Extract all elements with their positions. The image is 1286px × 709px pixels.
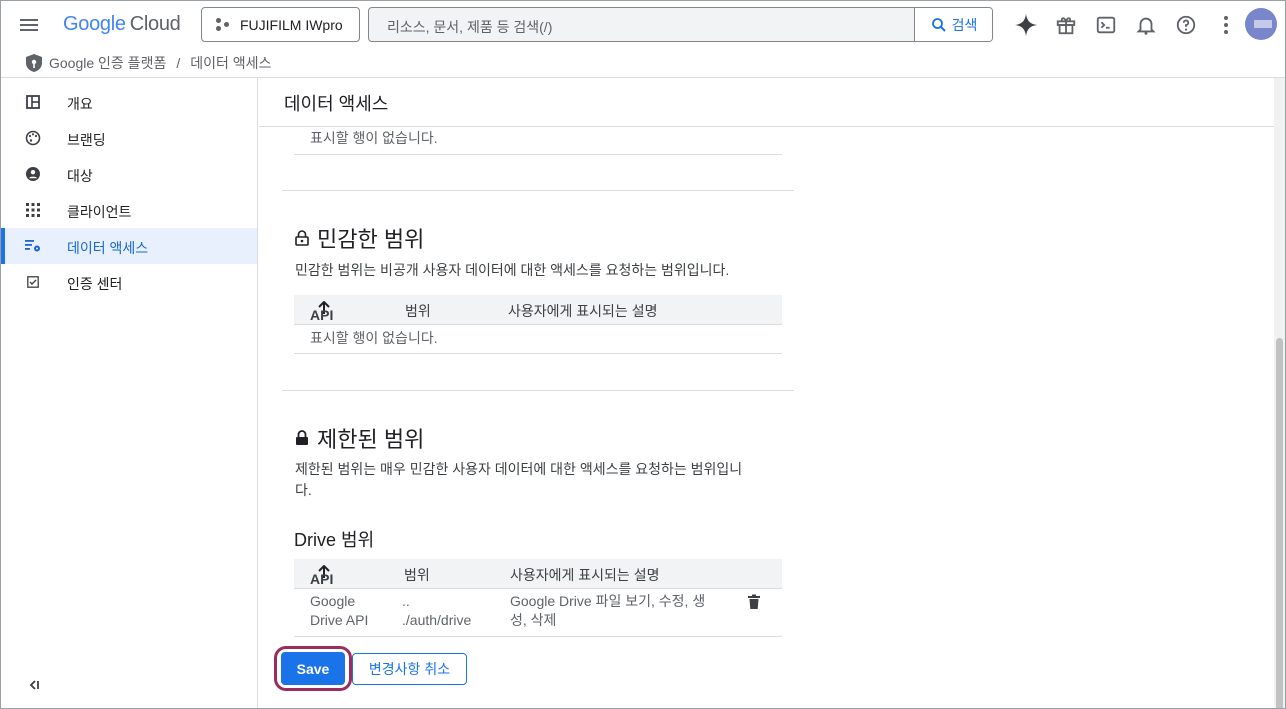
drive-scopes-title: Drive 범위 (294, 530, 375, 550)
more-vert-icon[interactable] (1206, 9, 1246, 41)
shield-icon (26, 54, 42, 72)
sidebar-item-verification-center[interactable]: 인증 센터 (1, 264, 257, 300)
app-window: Google Cloud FUJIFILM IWpro 리소스, 문서, 제품 등… (0, 0, 1286, 709)
search-input[interactable]: 리소스, 문서, 제품 등 검색(/) (387, 17, 552, 37)
notifications-bell-icon[interactable] (1126, 9, 1166, 41)
search-icon (931, 17, 946, 32)
dashboard-icon (25, 94, 41, 110)
breadcrumb: Google 인증 플랫폼 / 데이터 액세스 (1, 49, 1285, 78)
top-bar: Google Cloud FUJIFILM IWpro 리소스, 문서, 제품 등… (1, 1, 1285, 49)
help-icon[interactable] (1166, 9, 1206, 41)
cancel-changes-button[interactable]: 변경사항 취소 (352, 653, 467, 685)
save-button[interactable]: Save (281, 652, 345, 685)
restricted-scopes-title: 제한된 범위 (295, 422, 424, 454)
restricted-scopes-description-cont: 다. (295, 482, 312, 498)
table-divider (294, 636, 782, 637)
empty-rows-message: 표시할 행이 없습니다. (310, 130, 438, 146)
project-picker-button[interactable]: FUJIFILM IWpro (201, 7, 360, 42)
row-description: Google Drive 파일 보기, 수정, 생 성, 삭제 (510, 593, 706, 628)
person-icon (25, 166, 41, 182)
apps-grid-icon (25, 202, 41, 218)
col-desc-header[interactable]: 사용자에게 표시되는 설명 (508, 301, 657, 321)
drive-table-header: API 범위 사용자에게 표시되는 설명 (294, 559, 782, 588)
project-name: FUJIFILM IWpro (240, 16, 343, 33)
col-api-header[interactable]: API (310, 300, 333, 323)
lock-open-icon (295, 230, 309, 246)
gemini-sparkle-icon[interactable] (1006, 9, 1046, 41)
search-button[interactable]: 검색 (914, 8, 992, 41)
sensitive-scopes-description: 민감한 범위는 비공개 사용자 데이터에 대한 액세스를 요청하는 범위입니다. (295, 262, 730, 278)
project-icon (216, 17, 230, 32)
sidebar-item-branding[interactable]: 브랜딩 (1, 120, 257, 156)
page-header: 데이터 액세스 (259, 78, 1274, 127)
table-divider (294, 353, 782, 354)
empty-rows-message: 표시할 행이 없습니다. (310, 330, 438, 346)
sidebar-item-overview[interactable]: 개요 (1, 84, 257, 120)
table-row: Google Drive API .. ./auth/drive Google … (294, 589, 782, 636)
col-desc-header[interactable]: 사용자에게 표시되는 설명 (510, 565, 659, 585)
breadcrumb-separator: / (176, 55, 181, 71)
table-divider (294, 324, 782, 325)
delete-icon[interactable] (747, 594, 761, 615)
row-api: Google Drive API (310, 593, 369, 628)
palette-icon (25, 130, 41, 146)
verification-icon (25, 274, 41, 290)
cloud-shell-icon[interactable] (1086, 9, 1126, 41)
col-scope-header[interactable]: 범위 (405, 301, 431, 321)
google-cloud-logo[interactable]: Google Cloud (63, 13, 181, 36)
account-avatar[interactable] (1245, 8, 1277, 40)
col-scope-header[interactable]: 범위 (404, 565, 430, 585)
page-title: 데이터 액세스 (284, 94, 389, 114)
row-scope: .. ./auth/drive (402, 593, 472, 628)
sidebar-item-clients[interactable]: 클라이언트 (1, 192, 257, 228)
breadcrumb-product-link[interactable]: Google 인증 플랫폼 (49, 53, 166, 73)
sidebar-item-data-access[interactable]: 데이터 액세스 (1, 228, 257, 264)
sidebar-item-audience[interactable]: 대상 (1, 156, 257, 192)
lock-icon (296, 430, 308, 445)
scrollbar[interactable] (1274, 78, 1285, 708)
table-divider (294, 154, 782, 155)
collapse-sidebar-icon[interactable] (27, 678, 41, 692)
col-api-header[interactable]: API (310, 564, 333, 587)
sidebar: 개요 브랜딩 대상 클라이언트 데이터 액세스 인증 센터 (1, 78, 258, 708)
section-divider (282, 390, 794, 391)
data-access-icon (25, 238, 41, 254)
section-divider (282, 190, 794, 191)
sensitive-scopes-title: 민감한 범위 (295, 222, 424, 254)
breadcrumb-current: 데이터 액세스 (190, 55, 272, 71)
sensitive-table-header: API 범위 사용자에게 표시되는 설명 (294, 295, 782, 324)
gift-icon[interactable] (1046, 9, 1086, 41)
restricted-scopes-description: 제한된 범위는 매우 민감한 사용자 데이터에 대한 액세스를 요청하는 범위입… (295, 461, 743, 477)
menu-icon[interactable] (15, 13, 41, 37)
search-bar[interactable]: 리소스, 문서, 제품 등 검색(/) 검색 (368, 7, 993, 42)
scrollbar-thumb[interactable] (1276, 338, 1283, 708)
